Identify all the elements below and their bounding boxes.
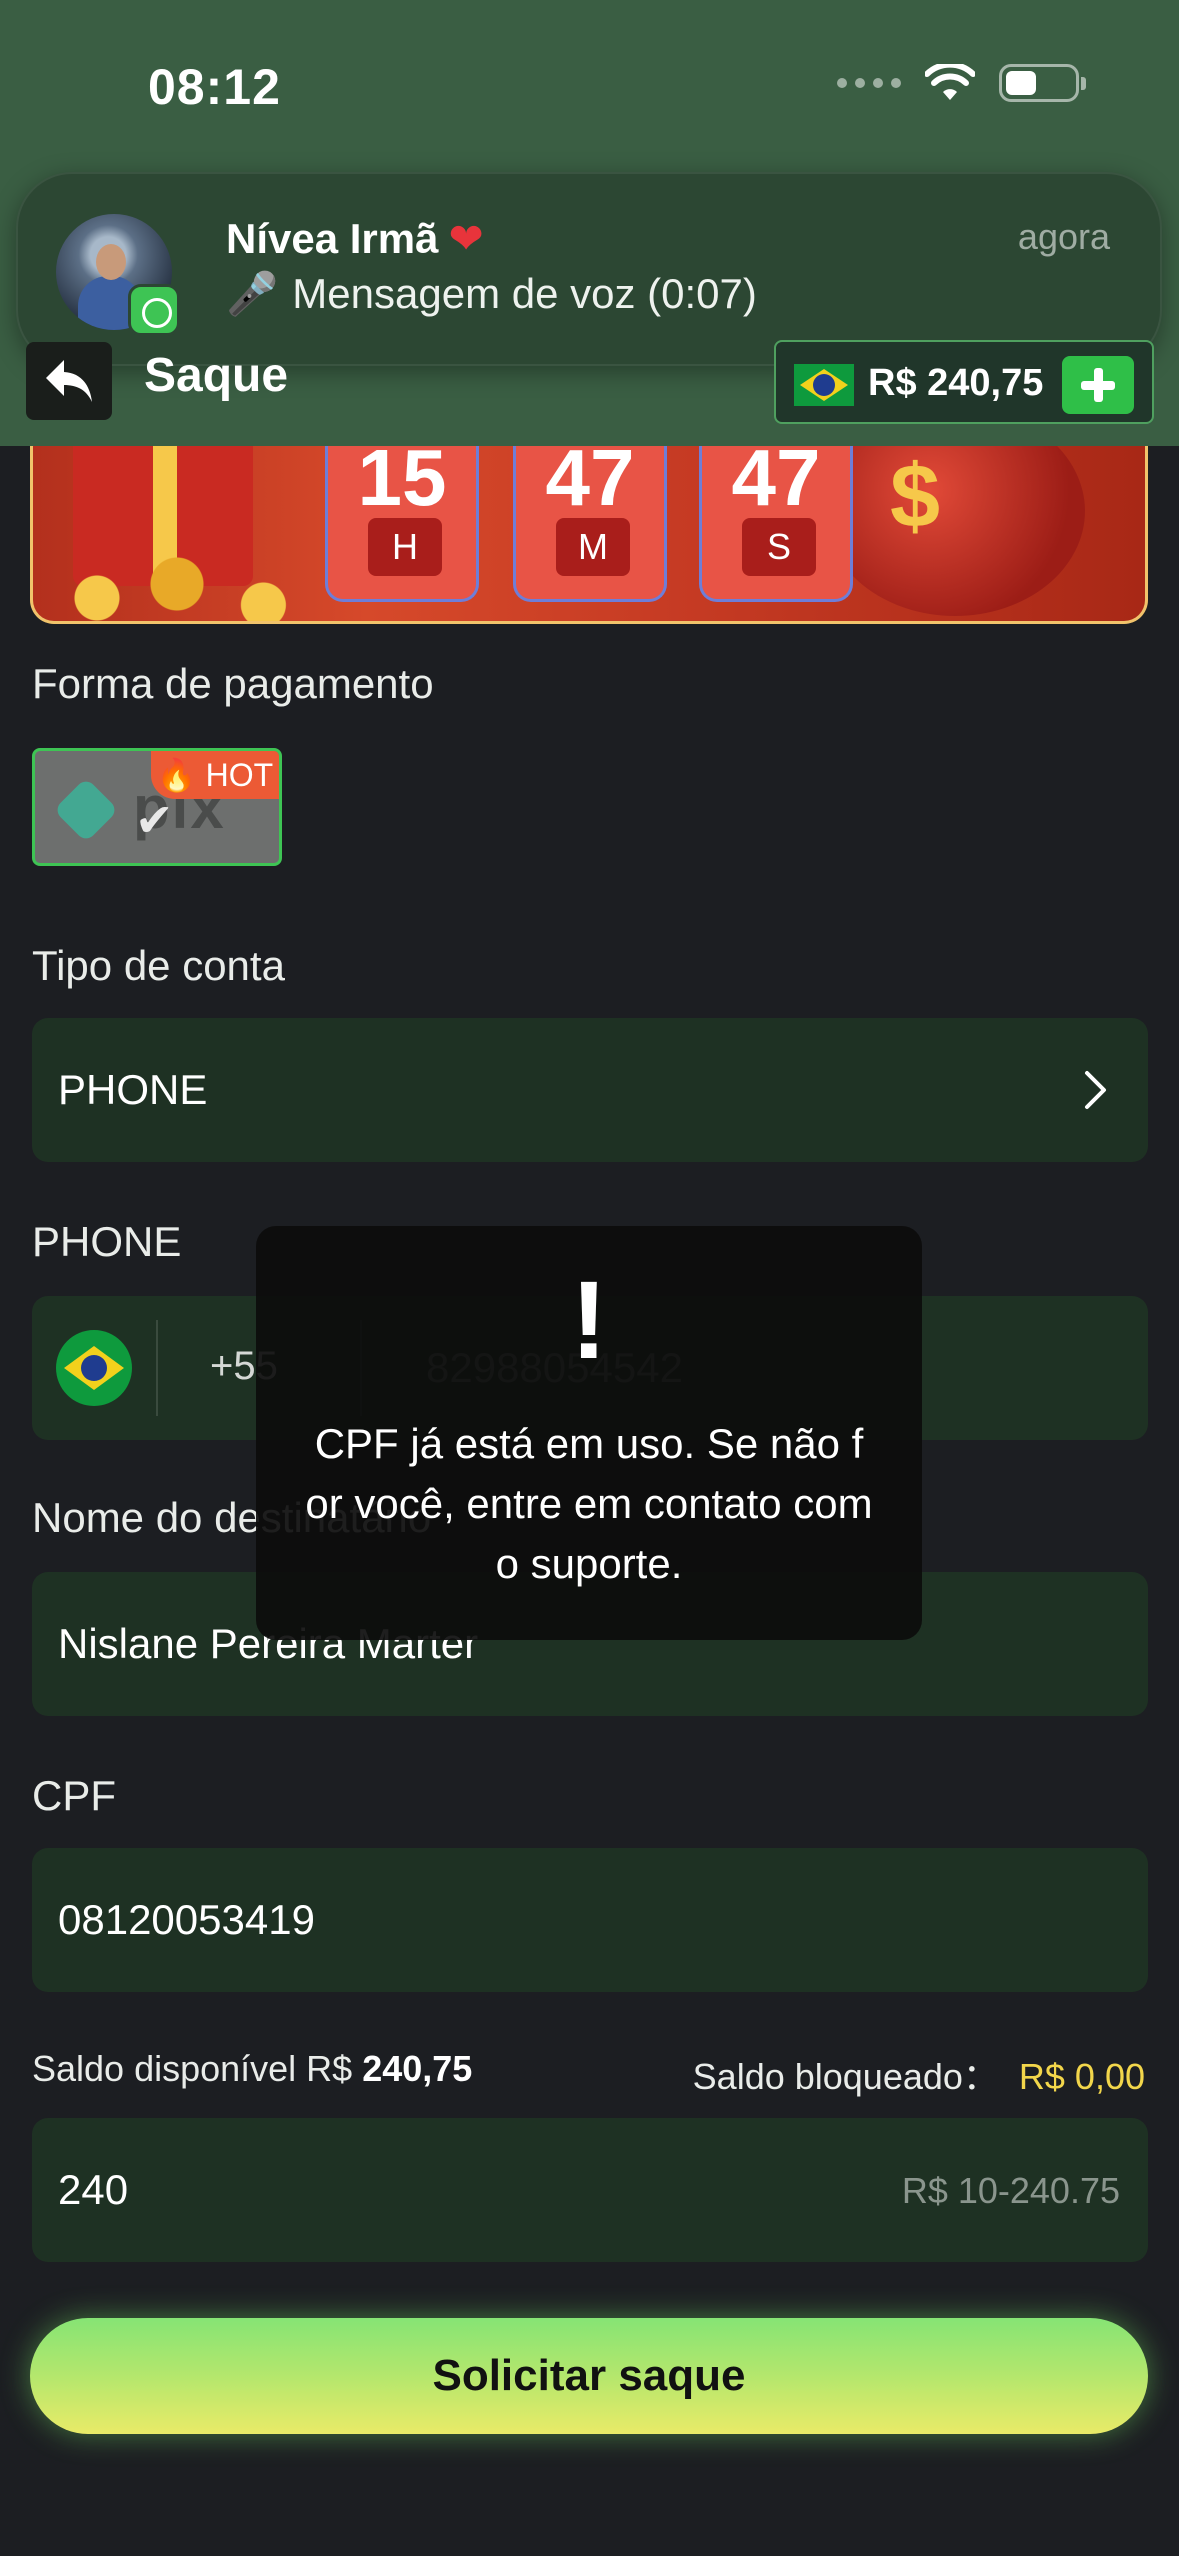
account-type-select[interactable]: PHONE (32, 1018, 1148, 1162)
status-icons (837, 64, 1086, 102)
balance-amount: R$ 240,75 (868, 362, 1044, 404)
hot-badge-text: HOT (205, 757, 274, 793)
cpf-input[interactable]: 08120053419 (32, 1848, 1148, 1992)
sender-name: Nívea Irmã (226, 215, 439, 262)
timer-seconds: 47 S (699, 446, 853, 602)
timer-minutes-unit: M (556, 518, 630, 576)
account-type-label: Tipo de conta (32, 942, 285, 989)
amount-value: 240 (58, 2166, 129, 2213)
dollar-icon: $ (889, 447, 940, 547)
coins-image (33, 556, 353, 621)
hot-badge: 🔥 HOT (151, 751, 279, 799)
wifi-icon (925, 64, 975, 100)
blocked-balance-label: Saldo bloqueado： (692, 2056, 999, 2097)
payment-option-pix[interactable]: pix ✔ 🔥 HOT (32, 748, 282, 866)
phone-label: PHONE (32, 1218, 182, 1265)
back-button[interactable] (26, 342, 112, 420)
exclamation-icon: ! (570, 1259, 608, 1382)
notification-sender: Nívea Irmã ❤ (226, 214, 484, 263)
divider (156, 1320, 158, 1416)
toast-message: CPF já está em uso. Se não for você, ent… (305, 1420, 873, 1587)
timer-minutes-value: 47 (545, 446, 635, 522)
notification-message: 🎤 Mensagem de voz (0:07) (226, 270, 757, 319)
available-balance: Saldo disponível R$ 240,75 (32, 2048, 472, 2090)
timer-seconds-value: 47 (731, 446, 821, 522)
balance-display: R$ 240,75 (774, 340, 1154, 424)
flame-icon: 🔥 (156, 757, 197, 793)
whatsapp-icon (128, 284, 180, 336)
status-time: 08:12 (148, 59, 281, 115)
amount-range: R$ 10-240.75 (901, 2170, 1120, 2211)
money-bag-image (825, 446, 1085, 616)
blocked-balance-value: R$ 0,00 (1018, 2056, 1145, 2097)
cpf-label: CPF (32, 1772, 116, 1819)
submit-withdraw-button[interactable]: Solicitar saque (30, 2318, 1148, 2434)
add-balance-button[interactable] (1062, 356, 1134, 414)
timer-hours-unit: H (368, 518, 442, 576)
account-type-value: PHONE (58, 1066, 208, 1113)
microphone-icon: 🎤 (226, 270, 279, 317)
promo-banner[interactable]: $ 15 H 47 M 47 S (30, 446, 1148, 624)
brazil-flag-icon (794, 364, 854, 406)
check-icon: ✔ (135, 794, 174, 846)
available-balance-value: 240,75 (362, 2048, 473, 2089)
notification-time: agora (1017, 216, 1110, 257)
page-title: Saque (144, 349, 289, 402)
notification-message-text: Mensagem de voz (0:07) (292, 270, 757, 317)
brazil-flag-icon[interactable] (56, 1330, 132, 1406)
timer-seconds-unit: S (742, 518, 816, 576)
whatsapp-notification[interactable]: Nívea Irmã ❤ 🎤 Mensagem de voz (0:07) agor… (16, 172, 1162, 366)
available-balance-label: Saldo disponível R$ (32, 2048, 353, 2089)
chevron-right-icon (1085, 1071, 1106, 1109)
pix-logo-icon (53, 777, 119, 843)
timer-minutes: 47 M (513, 446, 667, 602)
timer-hours-value: 15 (357, 446, 447, 522)
cellular-signal-icon (837, 78, 901, 88)
error-toast: ! CPF já está em uso. Se não for você, e… (256, 1226, 922, 1640)
payment-method-label: Forma de pagamento (32, 660, 434, 707)
battery-icon (999, 64, 1086, 102)
amount-input[interactable]: 240 R$ 10-240.75 (32, 2118, 1148, 2262)
cpf-value: 08120053419 (58, 1896, 315, 1943)
back-arrow-icon (46, 360, 92, 402)
timer-hours: 15 H (325, 446, 479, 602)
heart-icon: ❤ (448, 215, 484, 262)
blocked-balance: Saldo bloqueado： R$ 0,00 (693, 2048, 1145, 2100)
